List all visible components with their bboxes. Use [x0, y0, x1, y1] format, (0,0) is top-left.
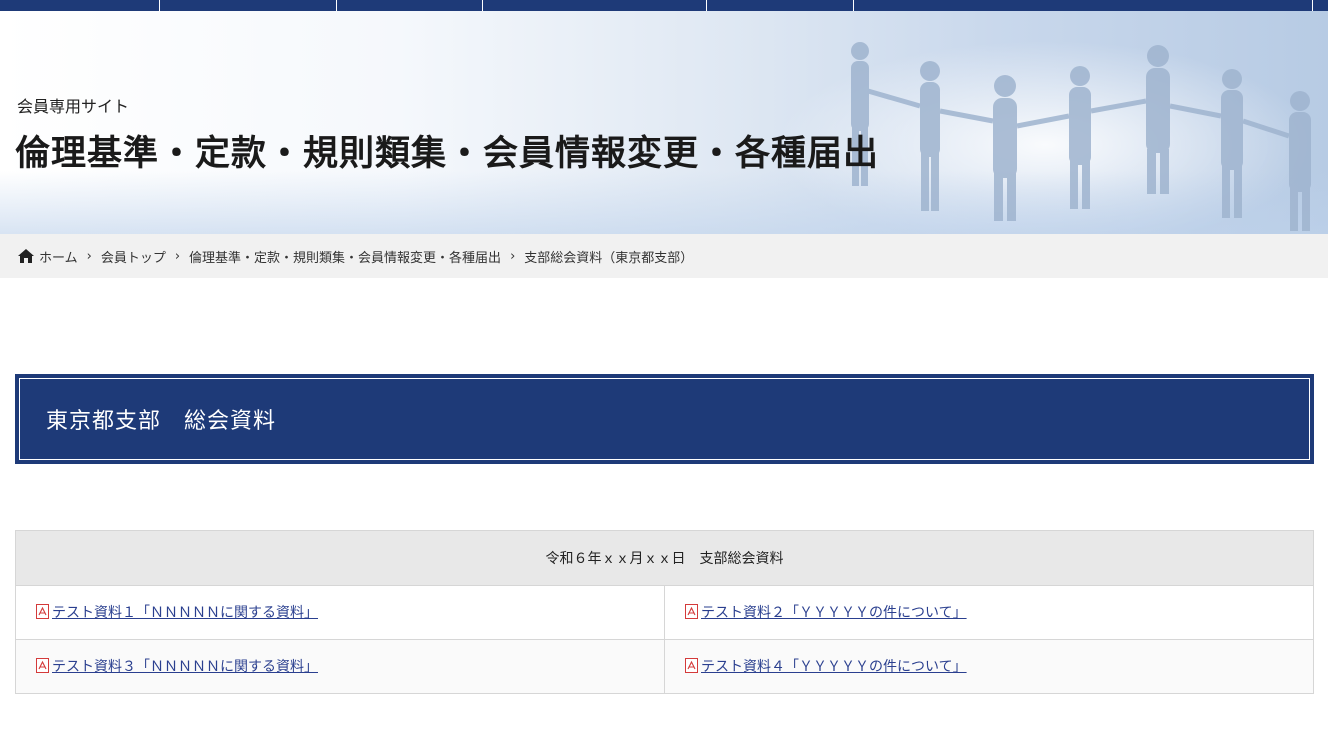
pdf-icon — [685, 604, 698, 620]
breadcrumb-member-top[interactable]: 会員トップ — [101, 247, 166, 266]
document-link-label[interactable]: テスト資料２「ＹＹＹＹＹの件について」 — [701, 602, 967, 622]
table-row: テスト資料３「ＮＮＮＮＮに関する資料」 テスト資料４「ＹＹＹＹＹの件について」 — [15, 639, 1314, 694]
table-cell: テスト資料３「ＮＮＮＮＮに関する資料」 — [15, 639, 665, 694]
breadcrumb-current: 支部総会資料（東京都支部） — [524, 250, 694, 266]
pdf-icon — [36, 604, 49, 620]
top-nav-item[interactable] — [160, 0, 337, 11]
top-nav-item[interactable] — [483, 0, 707, 11]
top-nav-item[interactable] — [854, 0, 1313, 11]
document-link[interactable]: テスト資料１「ＮＮＮＮＮに関する資料」 — [36, 602, 318, 622]
document-link-label[interactable]: テスト資料４「ＹＹＹＹＹの件について」 — [701, 656, 967, 676]
person-figure — [920, 61, 940, 211]
table-cell: テスト資料１「ＮＮＮＮＮに関する資料」 — [15, 585, 665, 640]
top-nav-item[interactable] — [707, 0, 854, 11]
top-nav-item[interactable] — [337, 0, 483, 11]
table-header-row: 令和６年ｘｘ月ｘｘ日 支部総会資料 — [15, 530, 1314, 586]
hero-subtitle: 会員専用サイト — [17, 97, 130, 116]
table-header: 令和６年ｘｘ月ｘｘ日 支部総会資料 — [15, 530, 1314, 586]
breadcrumb-home[interactable]: ホーム — [39, 247, 78, 266]
hero-banner: 会員専用サイト 倫理基準・定款・規則類集・会員情報変更・各種届出 — [0, 11, 1328, 234]
person-figure — [1289, 91, 1311, 231]
pdf-icon — [685, 658, 698, 674]
section-heading-inner: 東京都支部 総会資料 — [19, 378, 1310, 460]
person-figure — [1146, 45, 1170, 194]
documents-table: 令和６年ｘｘ月ｘｘ日 支部総会資料 テスト資料１「ＮＮＮＮＮに関する資料」 テス… — [15, 530, 1314, 694]
chevron-right-icon: › — [510, 248, 516, 264]
chevron-right-icon: › — [174, 248, 181, 264]
document-link[interactable]: テスト資料２「ＹＹＹＹＹの件について」 — [685, 602, 967, 622]
breadcrumb: ホーム › 会員トップ › 倫理基準・定款・規則類集・会員情報変更・各種届出 ›… — [0, 234, 1328, 278]
breadcrumb-category[interactable]: 倫理基準・定款・規則類集・会員情報変更・各種届出 — [189, 247, 501, 266]
document-link-label[interactable]: テスト資料１「ＮＮＮＮＮに関する資料」 — [52, 602, 318, 622]
table-cell: テスト資料４「ＹＹＹＹＹの件について」 — [664, 639, 1314, 694]
top-nav-bar — [0, 0, 1328, 11]
document-link[interactable]: テスト資料３「ＮＮＮＮＮに関する資料」 — [36, 656, 318, 676]
person-figure — [993, 75, 1017, 221]
section-heading: 東京都支部 総会資料 — [46, 408, 277, 433]
pdf-icon — [36, 658, 49, 674]
top-nav-item[interactable] — [0, 0, 160, 11]
page-title: 倫理基準・定款・規則類集・会員情報変更・各種届出 — [15, 133, 880, 174]
document-link[interactable]: テスト資料４「ＹＹＹＹＹの件について」 — [685, 656, 967, 676]
home-icon — [18, 249, 34, 263]
table-cell: テスト資料２「ＹＹＹＹＹの件について」 — [664, 585, 1314, 640]
person-figure — [1221, 69, 1243, 218]
chevron-right-icon: › — [86, 248, 92, 264]
table-row: テスト資料１「ＮＮＮＮＮに関する資料」 テスト資料２「ＹＹＹＹＹの件について」 — [15, 585, 1314, 640]
person-figure — [1069, 66, 1091, 209]
section-heading-box: 東京都支部 総会資料 — [15, 374, 1314, 464]
people-illustration — [851, 42, 1311, 231]
document-link-label[interactable]: テスト資料３「ＮＮＮＮＮに関する資料」 — [52, 656, 318, 676]
